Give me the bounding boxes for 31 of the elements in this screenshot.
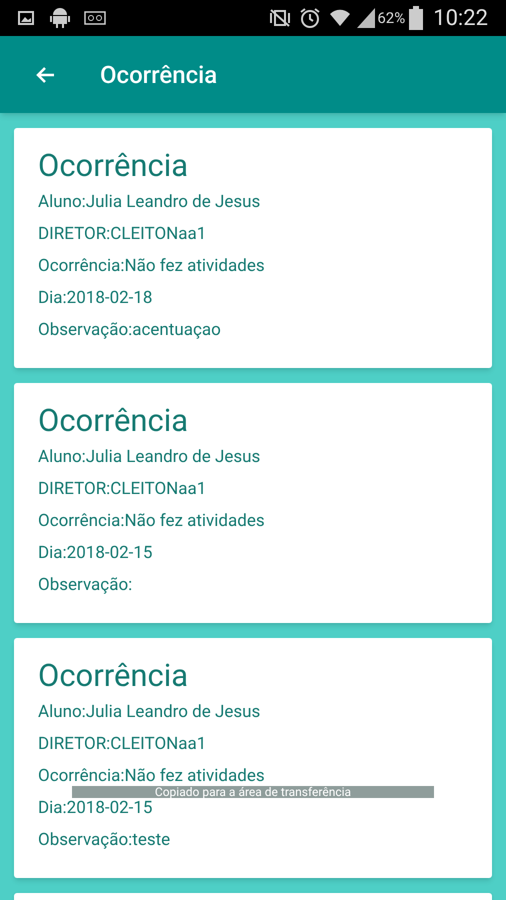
card-title: Ocorrência (38, 656, 190, 696)
card-field: Observação:acentuaçao (38, 320, 221, 340)
clock: 10:22 (433, 4, 488, 32)
alarm-icon (299, 7, 322, 29)
mute-vibrate-icon (269, 8, 292, 28)
card-field: Aluno:Julia Leandro de Jesus (38, 447, 260, 467)
signal-icon (357, 8, 376, 28)
voicemail-icon (84, 11, 106, 25)
card-title: Ocorrência (38, 401, 190, 441)
android-icon (50, 7, 70, 29)
card-field: Ocorrência:Não fez atividades (38, 511, 265, 531)
card-field: Aluno:Julia Leandro de Jesus (38, 192, 260, 212)
card-field: Aluno:Julia Leandro de Jesus (38, 702, 260, 722)
card-field: Ocorrência:Não fez atividades (38, 256, 265, 276)
image-icon (18, 11, 34, 25)
battery-icon (409, 6, 424, 30)
battery-percent: 62% (377, 8, 406, 29)
card-field: Dia:2018-02-15 (38, 798, 152, 818)
card-field: Observação: (38, 575, 132, 595)
card-title: Ocorrência (38, 146, 190, 186)
card-field: DIRETOR:CLEITONaa1 (38, 734, 206, 754)
card[interactable]: Ocorrência Aluno:Julia Leandro de Jesus DIRETOR:CLEITONaa1 Ocorrência:Não fez atividades Dia:2018-02-18 Observação:acentuaçao (14, 128, 492, 368)
card-field: DIRETOR:CLEITONaa1 (38, 479, 206, 499)
card-field: Ocorrência:Não fez atividades (38, 766, 265, 786)
card-field: DIRETOR:CLEITONaa1 (38, 224, 206, 244)
card-field: Observação:teste (38, 830, 170, 850)
card[interactable]: Ocorrência Aluno:Julia Leandro de Jesus DIRETOR:CLEITONaa1 Ocorrência:Não fez atividades Dia:2018-02-15 Observação: (14, 383, 492, 623)
toast: Copiado para a área de transferência (72, 786, 434, 798)
card-field: Dia:2018-02-18 (38, 288, 152, 308)
card-field: Dia:2018-02-15 (38, 543, 152, 563)
app-bar-title: Ocorrência (100, 60, 218, 90)
